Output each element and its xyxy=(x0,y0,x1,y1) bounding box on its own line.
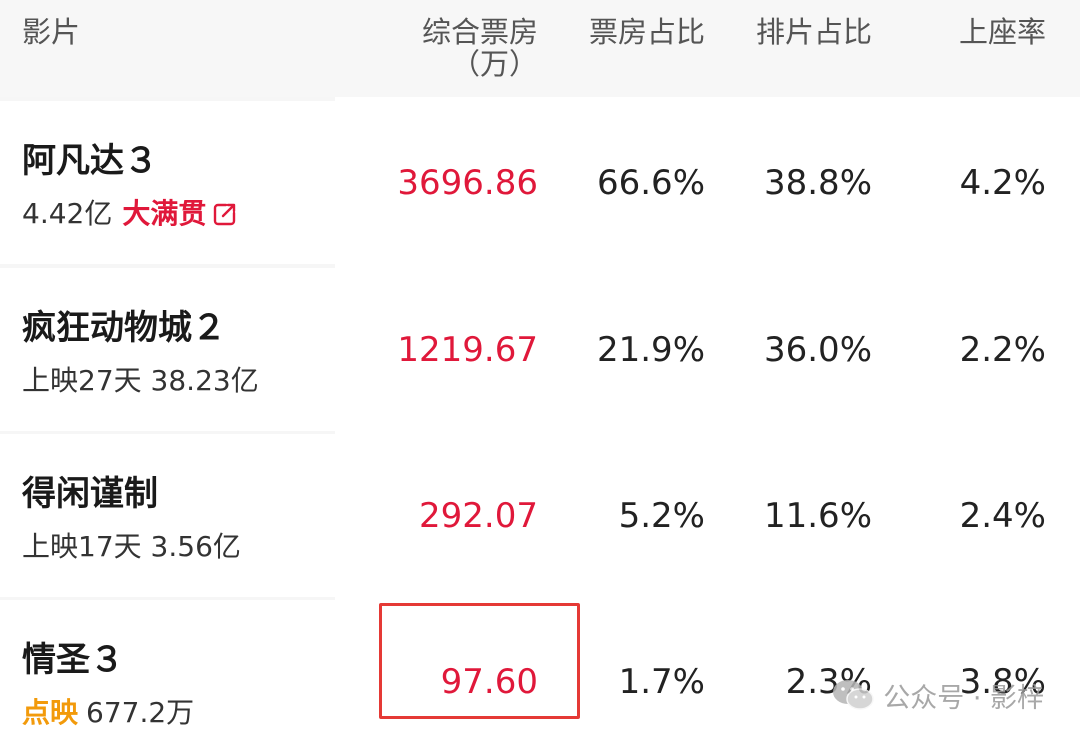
box-share-value: 66.6% xyxy=(596,163,705,203)
film-total: 3.56亿 xyxy=(150,530,241,563)
schedule-share-value: 36.0% xyxy=(763,330,872,370)
watermark-text: 公众号 · 影梓 xyxy=(883,682,1044,714)
schedule-share-value: 38.8% xyxy=(763,163,872,203)
table-row[interactable]: 阿凡达３ 4.42亿 大满贯 3696.86 66.6% 38.8% 4.2% xyxy=(0,101,1080,264)
header-box-office-unit: （万） xyxy=(450,47,538,81)
header-box-office-label: 综合票房 xyxy=(421,15,538,49)
film-title: 阿凡达３ xyxy=(22,141,158,181)
film-title: 疯狂动物城２ xyxy=(22,308,226,348)
seat-rate-value: 4.2% xyxy=(959,163,1046,203)
schedule-share-value: 11.6% xyxy=(763,496,872,536)
preview-badge: 点映 xyxy=(22,696,79,729)
header-box-office: 综合票房 （万） xyxy=(422,14,538,82)
table-row[interactable]: 疯狂动物城２ 上映27天 38.23亿 1219.67 21.9% 36.0% … xyxy=(0,268,1080,431)
film-total: 4.42亿 xyxy=(22,197,113,230)
header-box-share: 票房占比 xyxy=(588,15,705,49)
box-share-value: 1.7% xyxy=(618,662,705,702)
film-subtitle: 点映 677.2万 xyxy=(22,696,194,730)
box-share-value: 21.9% xyxy=(596,330,705,370)
highlight-box xyxy=(379,603,580,719)
box-office-value: 1219.67 xyxy=(397,330,538,370)
film-total: 38.23亿 xyxy=(150,364,259,397)
table-row[interactable]: 得闲谨制 上映17天 3.56亿 292.07 5.2% 11.6% 2.4% xyxy=(0,434,1080,597)
film-subtitle: 上映27天 38.23亿 xyxy=(22,364,259,398)
release-days: 上映17天 xyxy=(22,530,142,563)
grand-slam-tag[interactable]: 大满贯 xyxy=(122,197,238,230)
film-cell: 阿凡达３ 4.42亿 大满贯 xyxy=(0,101,335,264)
film-subtitle: 上映17天 3.56亿 xyxy=(22,530,241,564)
film-title: 情圣３ xyxy=(22,640,124,680)
box-share-value: 5.2% xyxy=(618,496,705,536)
header-schedule-share: 排片占比 xyxy=(755,15,872,49)
seat-rate-value: 2.4% xyxy=(959,496,1046,536)
box-office-value: 3696.86 xyxy=(397,163,538,203)
seat-rate-value: 2.2% xyxy=(959,330,1046,370)
release-days: 上映27天 xyxy=(22,364,142,397)
film-title: 得闲谨制 xyxy=(22,474,158,514)
film-cell: 情圣３ 点映 677.2万 xyxy=(0,600,335,736)
film-cell: 疯狂动物城２ 上映27天 38.23亿 xyxy=(0,268,335,431)
table-header: 影片 综合票房 （万） 票房占比 排片占比 上座率 xyxy=(0,0,1080,97)
external-link-icon[interactable] xyxy=(212,201,238,235)
film-cell: 得闲谨制 上映17天 3.56亿 xyxy=(0,434,335,597)
film-total: 677.2万 xyxy=(86,696,195,729)
film-subtitle: 4.42亿 大满贯 xyxy=(22,197,238,235)
header-film: 影片 xyxy=(22,15,81,49)
box-office-value: 292.07 xyxy=(419,496,538,536)
watermark: 公众号 · 影梓 xyxy=(831,675,1044,715)
wechat-icon xyxy=(831,678,875,712)
header-seat-rate: 上座率 xyxy=(958,15,1046,49)
